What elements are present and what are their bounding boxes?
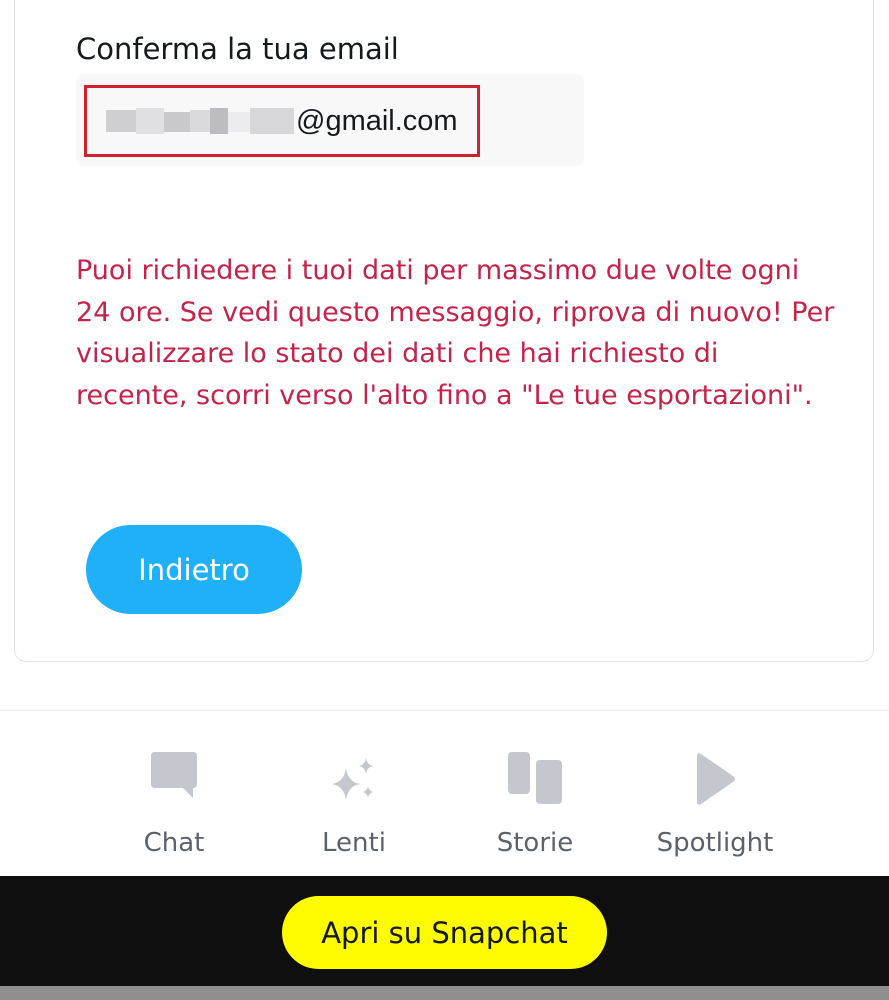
nav-divider [0, 710, 889, 711]
email-confirm-label: Conferma la tua email [76, 32, 399, 66]
nav-label-spotlight: Spotlight [656, 828, 774, 858]
rate-limit-error-message: Puoi richiedere i tuoi dati per massimo … [76, 255, 835, 411]
chat-icon [84, 750, 264, 810]
open-in-snapchat-button[interactable]: Apri su Snapchat [282, 896, 607, 969]
nav-item-lenses[interactable]: Lenti [264, 750, 444, 870]
back-button[interactable]: Indietro [86, 525, 302, 614]
nav-label-stories: Storie [496, 828, 574, 858]
nav-item-chat[interactable]: Chat [84, 750, 264, 870]
stories-icon [445, 750, 625, 810]
nav-item-spotlight[interactable]: Spotlight [625, 750, 805, 870]
play-icon [625, 750, 805, 810]
nav-label-lenses: Lenti [322, 828, 386, 858]
nav-label-chat: Chat [143, 828, 205, 858]
email-highlight-box [84, 85, 480, 157]
system-navigation-strip [0, 986, 889, 1000]
nav-item-stories[interactable]: Storie [445, 750, 625, 870]
sparkles-icon [264, 750, 444, 810]
